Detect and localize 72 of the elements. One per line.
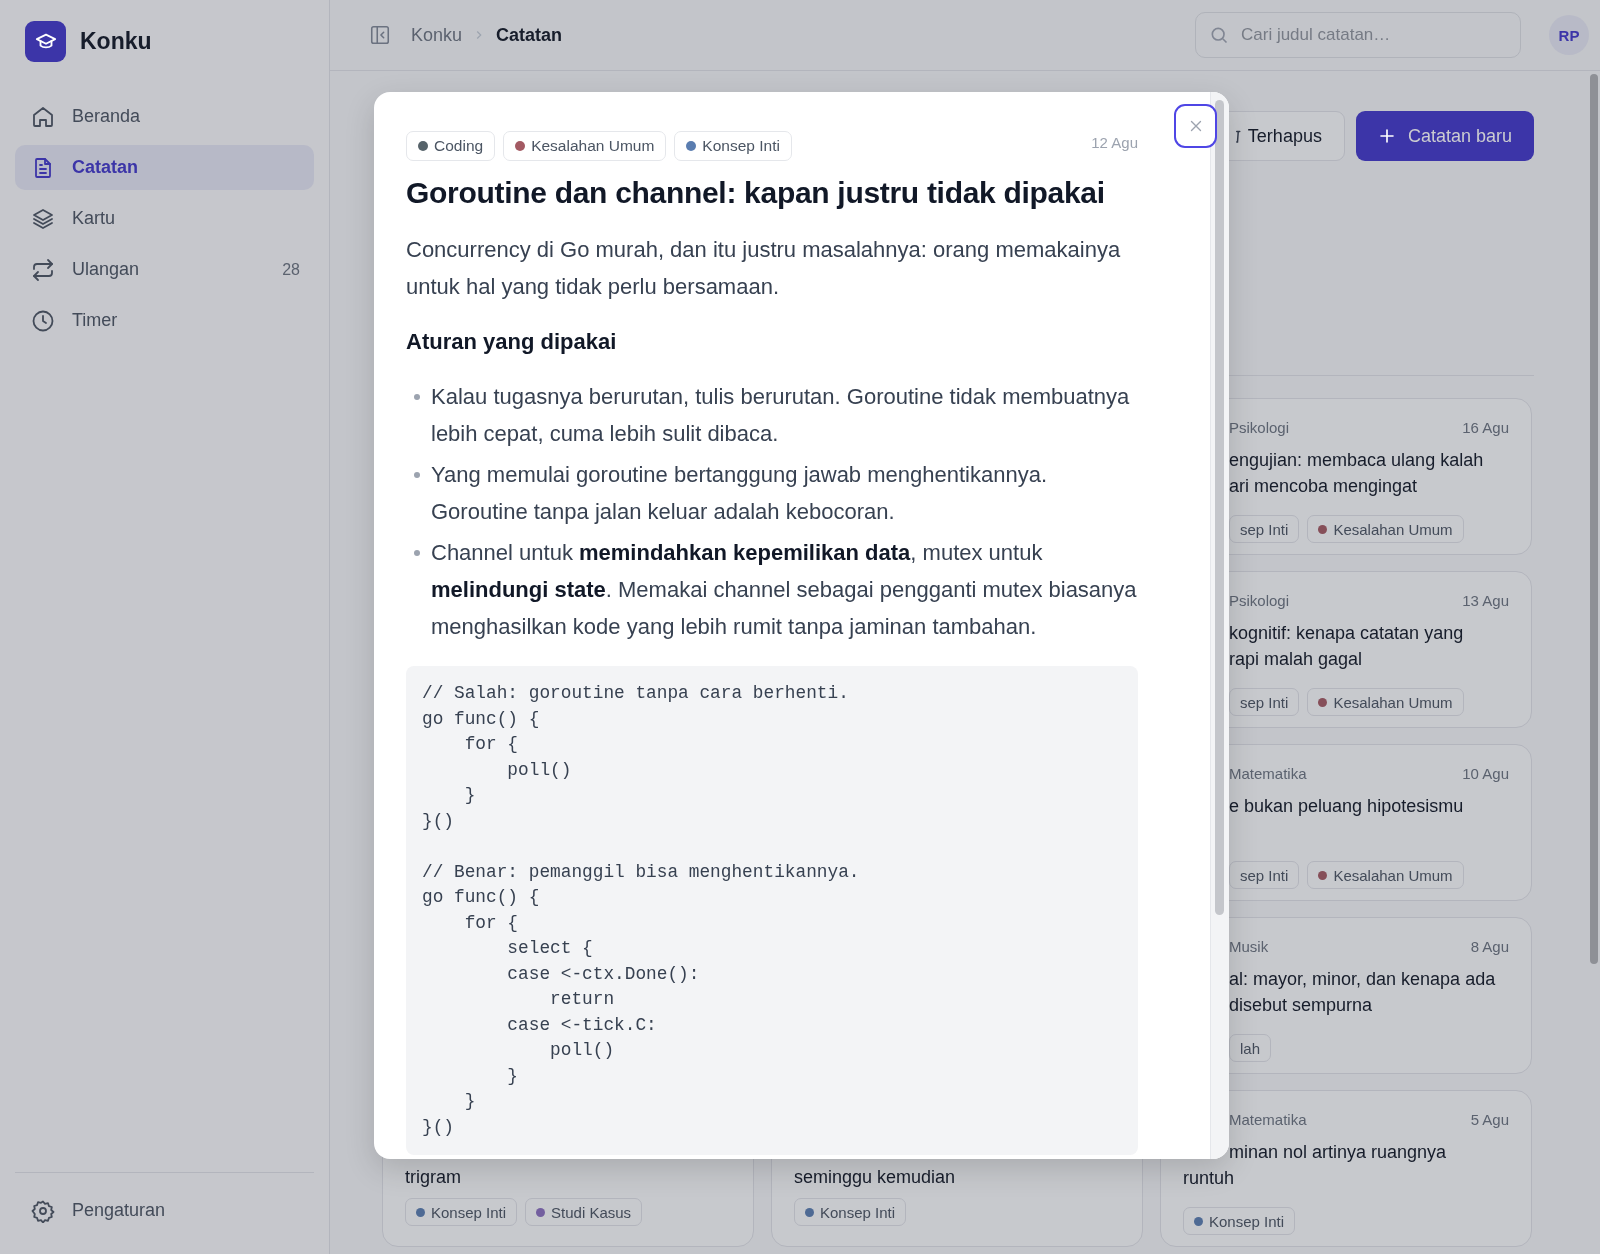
paragraph: Concurrency di Go murah, dan itu justru masalahnya: orang memakainya untuk hal yang tidak perlu bersamaan. bbox=[406, 236, 1122, 301]
list-item: Channel untuk memindahkan kepemilikan data, mutex untuk melindungi state. Memakai channel sebagai pengganti mutex biasanya menghasilkan kode yang lebih rumit tanpa jaminan tambahan. bbox=[431, 539, 1138, 641]
layers-icon bbox=[31, 206, 55, 231]
note-title: engujian: membaca ulang kalah bbox=[1229, 449, 1485, 472]
nav-item[interactable]: Kartu bbox=[15, 196, 314, 241]
repeat-icon bbox=[31, 257, 55, 282]
sidebar-toggle-icon[interactable] bbox=[369, 24, 391, 46]
tag-chip: Kesalahan Umum bbox=[1307, 861, 1464, 889]
note-title: Goroutine dan channel: kapan justru tidak dipakai bbox=[406, 175, 1106, 211]
note-title: al: mayor, minor, dan kenapa ada bbox=[1229, 968, 1497, 991]
tag-chip: lah bbox=[1229, 1034, 1272, 1062]
nav-item[interactable]: Beranda bbox=[15, 94, 314, 139]
tag-chip: Konsep Inti bbox=[1183, 1207, 1296, 1235]
date-label: 10 Agu bbox=[1462, 764, 1509, 782]
avatar[interactable]: RP bbox=[1549, 15, 1589, 55]
date-label: 8 Agu bbox=[1470, 937, 1509, 955]
bullet-icon bbox=[414, 550, 420, 556]
note-title: kognitif: kenapa catatan yang bbox=[1229, 622, 1465, 645]
search-icon bbox=[1209, 25, 1229, 45]
subject-label: Matematika bbox=[1229, 1110, 1307, 1128]
note-title: rapi malah gagal bbox=[1229, 648, 1364, 671]
tag-chip: Kesalahan Umum bbox=[503, 131, 667, 161]
tag-chip: Studi Kasus bbox=[525, 1198, 643, 1226]
tag-chip: Konsep Inti bbox=[674, 131, 792, 161]
note-title: runtuh bbox=[1183, 1167, 1236, 1190]
subject-label: Psikologi bbox=[1229, 418, 1290, 436]
tag-chip: Konsep Inti bbox=[405, 1198, 518, 1226]
date-label: 5 Agu bbox=[1470, 1110, 1509, 1128]
tag-chip: sep Inti bbox=[1229, 861, 1300, 889]
search-field[interactable]: Cari judul catatan… bbox=[1195, 12, 1521, 58]
scrollbar-thumb[interactable] bbox=[1590, 74, 1598, 964]
bullet-icon bbox=[414, 472, 420, 478]
subject-label: Musik bbox=[1229, 937, 1269, 955]
logo-icon bbox=[25, 20, 66, 62]
breadcrumb-item[interactable]: Konku bbox=[411, 24, 463, 46]
note-card[interactable]: Matematika 5 Agu minan nol artinya ruangnya runtuh Konsep Inti bbox=[1160, 1090, 1532, 1247]
date-label: 12 Agu bbox=[1091, 133, 1138, 151]
note-title: e bukan peluang hipotesismu bbox=[1229, 795, 1465, 818]
subject-label: Matematika bbox=[1229, 764, 1307, 782]
tag-chip: Kesalahan Umum bbox=[1307, 515, 1464, 543]
note-title: disebut sempurna bbox=[1229, 994, 1374, 1017]
nav-item[interactable]: Catatan bbox=[15, 145, 314, 190]
tag-chip: sep Inti bbox=[1229, 515, 1300, 543]
tag-chip: Coding bbox=[406, 131, 496, 161]
note-title: trigram bbox=[405, 1166, 462, 1189]
note-title: seminggu kemudian bbox=[794, 1166, 957, 1189]
section-heading: Aturan yang dipakai bbox=[406, 328, 618, 356]
date-label: 13 Agu bbox=[1462, 591, 1509, 609]
clock-icon bbox=[31, 308, 55, 333]
note-title: minan nol artinya ruangnya bbox=[1229, 1141, 1448, 1164]
breadcrumb-item: Catatan bbox=[496, 24, 563, 46]
plus-icon bbox=[1377, 127, 1396, 145]
date-label: 16 Agu bbox=[1462, 418, 1509, 436]
list-item: Yang memulai goroutine bertanggung jawab menghentikannya. Goroutine tanpa jalan keluar adalah kebocoran. bbox=[431, 461, 1048, 526]
bullet-icon bbox=[414, 394, 420, 400]
tag-chip: Konsep Inti bbox=[794, 1198, 907, 1226]
nav-item[interactable]: Timer bbox=[15, 298, 314, 343]
list-item: Kalau tugasnya berurutan, tulis berurutan. Goroutine tidak membuatnya lebih cepat, cuma lebih sulit dibaca. bbox=[431, 383, 1131, 448]
close-button[interactable] bbox=[1174, 104, 1217, 148]
scrollbar-thumb[interactable] bbox=[1215, 100, 1224, 915]
nav-item[interactable]: Ulangan 28 bbox=[15, 247, 314, 292]
new-note-button[interactable]: Catatan baru bbox=[1355, 111, 1534, 161]
settings-item[interactable]: Pengaturan bbox=[15, 1188, 314, 1233]
note-title: ari mencoba mengingat bbox=[1229, 475, 1419, 498]
settings-icon bbox=[31, 1198, 55, 1223]
subject-label: Psikologi bbox=[1229, 591, 1290, 609]
home-icon bbox=[31, 104, 55, 129]
app-name: Konku bbox=[80, 27, 152, 55]
tag-chip: Kesalahan Umum bbox=[1307, 688, 1464, 716]
code-block: // Salah: goroutine tanpa cara berhenti. go func() { for { poll() } }() // Benar: pemanggil bisa menghentikannya. go func() { for { select { case <-ctx.Done(): return case <-tick.C: poll() } } }() bbox=[406, 666, 1138, 1155]
count-label: 28 bbox=[282, 260, 300, 279]
tag-chip: sep Inti bbox=[1229, 688, 1300, 716]
